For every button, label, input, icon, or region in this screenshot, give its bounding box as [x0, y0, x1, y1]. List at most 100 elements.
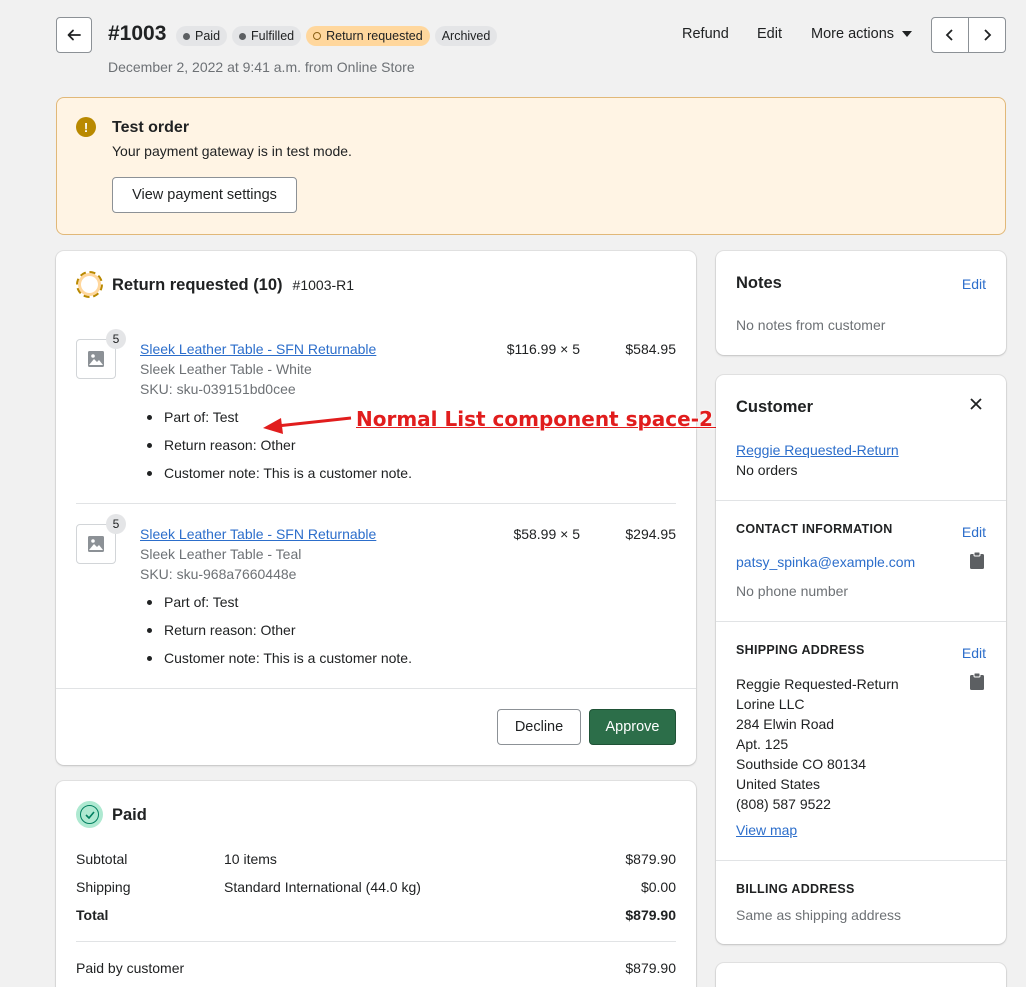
shipping-edit-button[interactable]: Edit	[962, 645, 986, 661]
status-badge-archived: Archived	[434, 26, 498, 46]
return-card-header: Return requested (10) #1003-R1	[112, 276, 354, 295]
status-badge-return-requested: Return requested	[306, 26, 430, 46]
address-line: Southside CO 80134	[736, 756, 866, 772]
address-line: Reggie Requested-Return	[736, 676, 899, 692]
test-order-banner: ! Test order Your payment gateway is in …	[56, 97, 1006, 235]
close-icon[interactable]	[970, 397, 982, 413]
order-subtitle: December 2, 2022 at 9:41 a.m. from Onlin…	[108, 59, 415, 75]
list-item: Part of: Test	[144, 592, 412, 620]
customer-title: Customer	[736, 398, 814, 416]
next-card	[716, 963, 1006, 987]
image-icon	[88, 351, 104, 367]
section-divider	[716, 860, 1006, 861]
footer-divider	[56, 688, 696, 689]
unit-price: $116.99 × 5	[506, 341, 580, 357]
line-total: $294.95	[625, 526, 676, 542]
customer-email-link[interactable]: patsy_spinka@example.com	[736, 554, 915, 570]
refund-button[interactable]: Refund	[682, 26, 729, 42]
paid-card-title: Paid	[112, 806, 147, 824]
alert-icon: !	[76, 117, 96, 137]
product-sku: SKU: sku-039151bd0cee	[140, 381, 296, 397]
more-actions-button[interactable]: More actions	[811, 26, 913, 42]
approve-button[interactable]: Approve	[589, 709, 676, 745]
product-variant: Sleek Leather Table - Teal	[140, 546, 302, 562]
address-line: (808) 587 9522	[736, 796, 831, 812]
product-sku: SKU: sku-968a7660448e	[140, 566, 297, 582]
address-line: United States	[736, 776, 821, 792]
page-title: #1003	[108, 22, 167, 45]
next-order-button[interactable]	[968, 18, 1005, 52]
return-status-icon	[76, 271, 103, 298]
status-badge-fulfilled: Fulfilled	[232, 26, 302, 46]
status-badge-paid: Paid	[176, 26, 228, 46]
address-line: 284 Elwin Road	[736, 716, 835, 732]
banner-title: Test order	[112, 119, 190, 136]
item-divider	[76, 503, 676, 504]
summary-amount: $0.00	[640, 879, 676, 895]
return-card-title: Return requested (10)	[112, 276, 283, 294]
list-item: Customer note: This is a customer note.	[144, 648, 412, 676]
list-item: Customer note: This is a customer note.	[144, 463, 412, 491]
arrow-left-icon	[67, 29, 81, 41]
summary-label: Total	[76, 907, 109, 923]
paid-by-amount: $879.90	[625, 960, 676, 976]
image-icon	[88, 536, 104, 552]
contact-info-label: CONTACT INFORMATION	[736, 522, 893, 536]
paid-by-label: Paid by customer	[76, 960, 185, 976]
caret-down-icon	[902, 31, 913, 37]
banner-text: Your payment gateway is in test mode.	[112, 143, 352, 159]
notes-title: Notes	[736, 274, 782, 292]
summary-label: Subtotal	[76, 851, 128, 867]
check-circle-icon	[76, 801, 103, 828]
summary-desc: 10 items	[224, 851, 277, 867]
summary-label: Shipping	[76, 879, 131, 895]
section-divider	[716, 500, 1006, 501]
clipboard-icon[interactable]	[970, 551, 984, 572]
customer-card: Customer Reggie Requested-Return No orde…	[716, 375, 1006, 944]
customer-phone: No phone number	[736, 583, 849, 599]
summary-amount: $879.90	[625, 907, 676, 923]
order-pagination	[931, 17, 1006, 53]
shipping-address-label: SHIPPING ADDRESS	[736, 643, 865, 657]
summary-divider	[76, 941, 676, 942]
notes-text: No notes from customer	[736, 317, 886, 333]
address-line: Lorine LLC	[736, 696, 805, 712]
list-item: Return reason: Other	[144, 620, 412, 648]
product-link[interactable]: Sleek Leather Table - SFN Returnable	[140, 341, 376, 357]
clipboard-icon[interactable]	[970, 672, 984, 693]
return-requested-card: Return requested (10) #1003-R1 5 Sleek L…	[56, 251, 696, 765]
badge-label: Archived	[441, 29, 491, 43]
paid-card: Paid Subtotal 10 items $879.90 Shipping …	[56, 781, 696, 987]
previous-order-button[interactable]	[932, 18, 968, 52]
view-payment-settings-button[interactable]: View payment settings	[112, 177, 297, 213]
notes-card: Notes Edit No notes from customer	[716, 251, 1006, 355]
annotation-arrow-icon	[263, 416, 352, 434]
decline-button[interactable]: Decline	[497, 709, 581, 745]
summary-amount: $879.90	[625, 851, 676, 867]
badge-label: Paid	[195, 29, 221, 43]
summary-desc: Standard International (44.0 kg)	[224, 879, 421, 895]
quantity-badge: 5	[106, 514, 126, 534]
product-link[interactable]: Sleek Leather Table - SFN Returnable	[140, 526, 376, 542]
status-badges: Paid Fulfilled Return requested Archived	[176, 26, 498, 46]
customer-name-link[interactable]: Reggie Requested-Return	[736, 442, 899, 458]
unit-price: $58.99 × 5	[513, 526, 580, 542]
edit-button[interactable]: Edit	[757, 26, 782, 42]
notes-edit-button[interactable]: Edit	[962, 276, 986, 292]
billing-address-label: BILLING ADDRESS	[736, 882, 855, 896]
dot-icon	[239, 32, 247, 40]
chevron-right-icon	[984, 29, 992, 41]
return-id: #1003-R1	[292, 277, 355, 293]
shipping-address: Reggie Requested-Return Lorine LLC 284 E…	[736, 674, 899, 814]
dot-icon	[183, 32, 190, 40]
billing-address-text: Same as shipping address	[736, 907, 901, 923]
back-button[interactable]	[56, 17, 92, 53]
customer-orders: No orders	[736, 462, 798, 478]
return-detail-list: Part of: Test Return reason: Other Custo…	[144, 592, 412, 676]
quantity-badge: 5	[106, 329, 126, 349]
view-map-link[interactable]: View map	[736, 822, 797, 838]
badge-label: Fulfilled	[251, 29, 295, 43]
badge-label: Return requested	[326, 29, 423, 43]
contact-edit-button[interactable]: Edit	[962, 524, 986, 540]
address-line: Apt. 125	[736, 736, 789, 752]
